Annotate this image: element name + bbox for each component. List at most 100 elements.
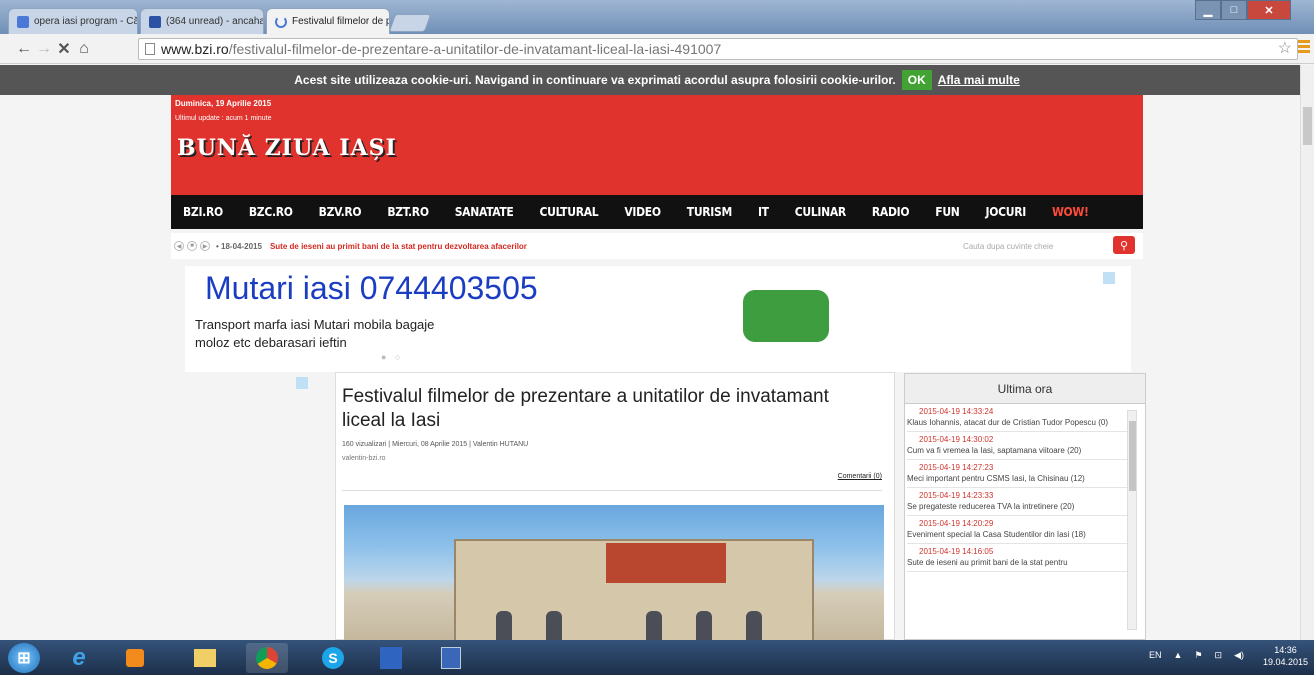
list-item[interactable]: 2015-04-19 14:30:02 Cum va fi vremea la … bbox=[907, 432, 1129, 460]
clock-date: 19.04.2015 bbox=[1262, 657, 1308, 667]
new-tab-button[interactable] bbox=[388, 14, 432, 32]
minimize-button[interactable]: ▁ bbox=[1195, 0, 1221, 20]
nav-bzc[interactable]: BZC.RO bbox=[249, 205, 293, 219]
news-time: 2015-04-19 14:20:29 bbox=[907, 516, 1129, 530]
page-scrollbar[interactable] bbox=[1300, 65, 1314, 640]
nav-bzv[interactable]: BZV.RO bbox=[319, 205, 362, 219]
list-item[interactable]: 2015-04-19 14:23:33 Se pregateste reduce… bbox=[907, 488, 1129, 516]
address-bar[interactable]: www.bzi.ro/festivalul-filmelor-de-prezen… bbox=[138, 38, 1298, 60]
nav-bzt[interactable]: BZT.RO bbox=[387, 205, 429, 219]
window-controls: ▁ □ ✕ bbox=[1195, 0, 1291, 20]
tray-expand-icon[interactable]: ▲ bbox=[1174, 650, 1183, 661]
address-toolbar: ← → ✕ ⌂ www.bzi.ro/festivalul-filmelor-d… bbox=[0, 34, 1314, 64]
ad-banner[interactable]: Mutari iasi 0744403505 Transport marfa i… bbox=[185, 266, 1131, 372]
cookie-ok-button[interactable]: OK bbox=[901, 70, 932, 90]
back-icon[interactable]: ← bbox=[14, 40, 34, 58]
list-item[interactable]: 2015-04-19 14:20:29 Eveniment special la… bbox=[907, 516, 1129, 544]
adchoices-icon[interactable] bbox=[296, 377, 308, 389]
cookie-bar: Acest site utilizeaza cookie-uri. Naviga… bbox=[0, 65, 1314, 95]
browser-tab-3[interactable]: Festivalul filmelor de pre ✕ bbox=[266, 8, 390, 34]
comments-link[interactable]: Comentarii (0) bbox=[838, 473, 882, 480]
ad-text: Transport marfa iasi Mutari mobila bagaj… bbox=[195, 317, 435, 350]
site-header: Duminica, 19 Aprilie 2015 Ultimul update… bbox=[171, 95, 1143, 195]
ticker-prev-icon[interactable]: ◀ bbox=[174, 241, 184, 251]
nav-turism[interactable]: TURISM bbox=[687, 205, 732, 219]
media-player-icon[interactable] bbox=[114, 643, 156, 673]
news-time: 2015-04-19 14:30:02 bbox=[907, 432, 1129, 446]
sidebar-title: Ultima ora bbox=[905, 374, 1145, 404]
bookmark-star-icon[interactable]: ☆ bbox=[1278, 38, 1292, 58]
forward-icon[interactable]: → bbox=[34, 40, 54, 58]
start-button[interactable]: ⊞ bbox=[8, 643, 40, 673]
article-source: valentin-bzi.ro bbox=[342, 455, 386, 462]
scrollbar-thumb[interactable] bbox=[1129, 421, 1136, 491]
word-icon[interactable] bbox=[430, 643, 472, 673]
sidebar-scrollbar[interactable] bbox=[1127, 410, 1137, 630]
ad-button[interactable] bbox=[743, 290, 829, 342]
save-disk-icon[interactable] bbox=[370, 643, 412, 673]
nav-wow[interactable]: WOW! bbox=[1052, 205, 1089, 219]
site-logo[interactable]: BUNĂ ZIUA IAȘI bbox=[177, 135, 397, 161]
scrollbar-thumb[interactable] bbox=[1303, 107, 1312, 145]
close-window-button[interactable]: ✕ bbox=[1247, 0, 1291, 20]
page-icon bbox=[145, 43, 155, 55]
ticker-pause-icon[interactable]: ■ bbox=[187, 241, 197, 251]
stop-icon[interactable]: ✕ bbox=[54, 39, 74, 59]
file-explorer-icon[interactable] bbox=[184, 643, 226, 673]
ad-title[interactable]: Mutari iasi 0744403505 bbox=[205, 270, 538, 307]
main-nav: BZI.RO BZC.RO BZV.RO BZT.RO SANATATE CUL… bbox=[171, 195, 1143, 229]
news-time: 2015-04-19 14:16:05 bbox=[907, 544, 1129, 558]
system-tray: EN ▲ ⚑ ⊡ ◀) bbox=[1149, 650, 1244, 661]
web-page: Acest site utilizeaza cookie-uri. Naviga… bbox=[0, 65, 1314, 640]
ticker-next-icon[interactable]: ▶ bbox=[200, 241, 210, 251]
news-text[interactable]: Se pregateste reducerea TVA la intretine… bbox=[907, 502, 1129, 515]
list-item[interactable]: 2015-04-19 14:27:23 Meci important pentr… bbox=[907, 460, 1129, 488]
news-time: 2015-04-19 14:33:24 bbox=[907, 404, 1129, 418]
news-text[interactable]: Sute de ieseni au primit bani de la stat… bbox=[907, 558, 1129, 571]
nav-jocuri[interactable]: JOCURI bbox=[986, 205, 1027, 219]
home-icon[interactable]: ⌂ bbox=[74, 40, 94, 58]
nav-fun[interactable]: FUN bbox=[935, 205, 960, 219]
news-text[interactable]: Klaus Iohannis, atacat dur de Cristian T… bbox=[907, 418, 1129, 431]
search-button[interactable]: ⚲ bbox=[1113, 236, 1135, 254]
list-item[interactable]: 2015-04-19 14:33:24 Klaus Iohannis, atac… bbox=[907, 404, 1129, 432]
chrome-icon[interactable] bbox=[246, 643, 288, 673]
nav-sanatate[interactable]: SANATATE bbox=[455, 205, 514, 219]
tab-label: (364 unread) - ancahardu bbox=[166, 16, 264, 27]
nav-radio[interactable]: RADIO bbox=[872, 205, 910, 219]
maximize-button[interactable]: □ bbox=[1221, 0, 1247, 20]
ticker-headline[interactable]: Sute de ieseni au primit bani de la stat… bbox=[270, 242, 527, 251]
news-text[interactable]: Meci important pentru CSMS Iasi, la Chis… bbox=[907, 474, 1129, 487]
nav-bzi[interactable]: BZI.RO bbox=[183, 205, 223, 219]
internet-explorer-icon[interactable]: e bbox=[58, 643, 100, 673]
nav-video[interactable]: VIDEO bbox=[624, 205, 661, 219]
search-input[interactable]: Cauta dupa cuvinte cheie bbox=[963, 237, 1093, 255]
news-text[interactable]: Cum va fi vremea la Iasi, saptamana viit… bbox=[907, 446, 1129, 459]
news-time: 2015-04-19 14:27:23 bbox=[907, 460, 1129, 474]
header-update: Ultimul update : acum 1 minute bbox=[175, 115, 272, 122]
nav-cultural[interactable]: CULTURAL bbox=[540, 205, 599, 219]
search-icon: ⚲ bbox=[1119, 239, 1129, 252]
ticker-date: • 18-04-2015 bbox=[216, 241, 262, 251]
cookie-more-link[interactable]: Afla mai multe bbox=[938, 73, 1020, 87]
news-text[interactable]: Eveniment special la Casa Studentilor di… bbox=[907, 530, 1129, 543]
skype-icon[interactable]: S bbox=[312, 643, 354, 673]
window bbox=[646, 611, 662, 640]
window bbox=[696, 611, 712, 640]
volume-icon[interactable]: ◀) bbox=[1234, 650, 1244, 661]
language-indicator[interactable]: EN bbox=[1149, 650, 1162, 661]
loading-icon bbox=[275, 15, 287, 28]
list-item[interactable]: 2015-04-19 14:16:05 Sute de ieseni au pr… bbox=[907, 544, 1129, 572]
ad-pager[interactable]: ● ○ bbox=[381, 352, 403, 362]
clock[interactable]: 14:36 19.04.2015 bbox=[1263, 644, 1308, 668]
adchoices-icon[interactable] bbox=[1103, 272, 1115, 284]
nav-culinar[interactable]: CULINAR bbox=[795, 205, 846, 219]
menu-icon[interactable] bbox=[1298, 40, 1310, 54]
browser-tab-strip: opera iasi program - Căi ✕ (364 unread) … bbox=[0, 0, 1314, 34]
browser-tab-2[interactable]: (364 unread) - ancahardu ✕ bbox=[140, 8, 264, 34]
google-icon bbox=[17, 15, 29, 28]
flag-icon[interactable]: ⚑ bbox=[1194, 650, 1202, 661]
browser-tab-1[interactable]: opera iasi program - Căi ✕ bbox=[8, 8, 138, 34]
nav-it[interactable]: IT bbox=[758, 205, 769, 219]
network-icon[interactable]: ⊡ bbox=[1215, 650, 1223, 661]
